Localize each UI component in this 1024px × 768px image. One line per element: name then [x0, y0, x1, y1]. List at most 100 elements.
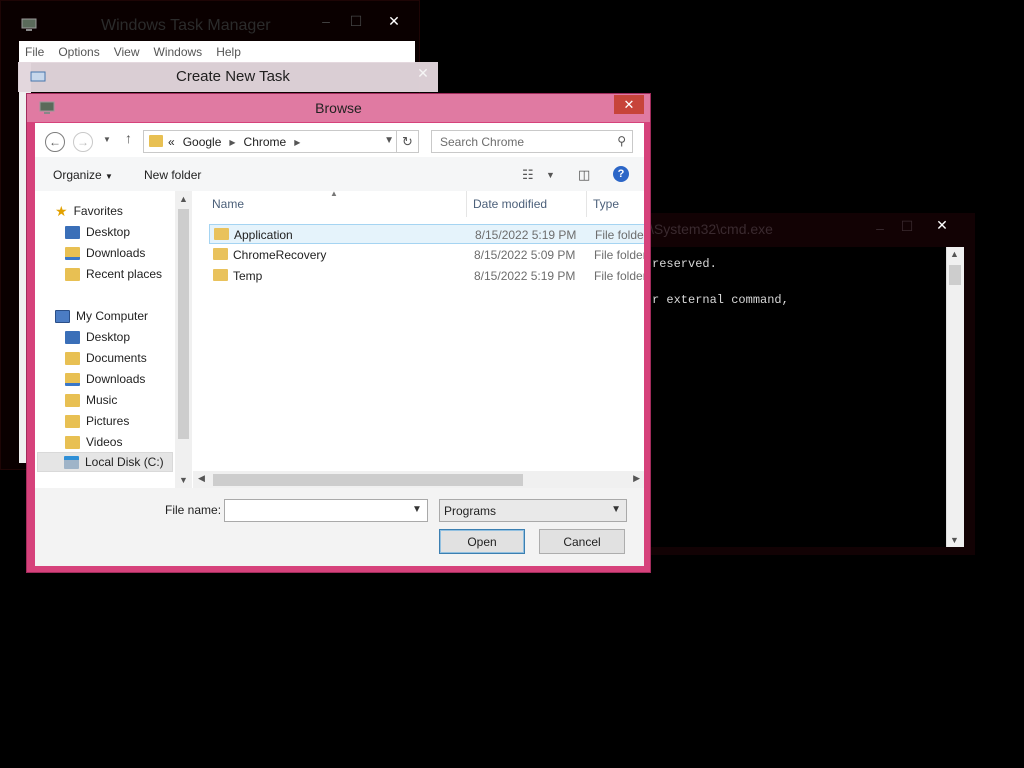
run-icon: [30, 71, 46, 82]
browse-dialog: Browse ✕ ← → ▼ ↑ « Google ▶ Chrome ▶ ▼ ↻: [26, 93, 651, 573]
open-button[interactable]: Open: [439, 529, 525, 554]
recent-locations-dropdown[interactable]: ▼: [103, 135, 111, 144]
window-title: Windows Task Manager: [101, 17, 271, 34]
column-header-row: ▲ Name Date modified Type: [193, 191, 644, 217]
nav-pc-music[interactable]: Music: [65, 390, 117, 410]
file-row-application[interactable]: Application 8/15/2022 5:19 PM File folde…: [209, 224, 644, 244]
nav-pc-desktop[interactable]: Desktop: [65, 327, 130, 347]
maximize-button[interactable]: ☐: [341, 11, 371, 31]
breadcrumb-chrome[interactable]: Chrome: [244, 135, 287, 149]
command-bar: Organize ▼ New folder ☷ ▼ ◫ ?: [35, 157, 644, 191]
help-icon[interactable]: ?: [613, 166, 629, 182]
scroll-right-icon[interactable]: ▶: [633, 473, 640, 484]
menu-help[interactable]: Help: [216, 45, 241, 59]
documents-icon: [65, 351, 80, 365]
nav-local-disk[interactable]: Local Disk (C:): [37, 452, 173, 472]
minimize-button[interactable]: –: [865, 218, 895, 238]
breadcrumb-overflow[interactable]: «: [168, 135, 175, 149]
scroll-left-icon[interactable]: ◀: [198, 473, 205, 484]
scroll-up-icon[interactable]: ▲: [950, 249, 959, 259]
view-options-icon[interactable]: ☷: [522, 167, 534, 183]
task-manager-icon: [21, 18, 37, 31]
nav-pc-downloads[interactable]: Downloads: [65, 369, 145, 389]
forward-button[interactable]: →: [73, 132, 93, 152]
dialog-title: Browse: [315, 100, 362, 116]
chevron-down-icon[interactable]: ▼: [384, 135, 394, 146]
close-button[interactable]: ✕: [614, 95, 644, 114]
nav-recent-places[interactable]: Recent places: [65, 264, 162, 284]
console-line: reserved.: [652, 257, 717, 271]
search-icon[interactable]: ⚲: [617, 134, 626, 148]
new-folder-button[interactable]: New folder: [144, 168, 201, 182]
chevron-right-icon[interactable]: ▶: [294, 138, 300, 147]
scrollbar-thumb[interactable]: [213, 474, 523, 486]
chevron-down-icon: ▼: [611, 504, 621, 515]
chevron-right-icon[interactable]: ▶: [229, 138, 235, 147]
column-divider[interactable]: [466, 191, 467, 217]
console-scrollbar[interactable]: ▲ ▼: [946, 247, 964, 547]
downloads-icon: [65, 246, 80, 260]
nav-favorites-downloads[interactable]: Downloads: [65, 243, 145, 263]
maximize-button[interactable]: ☐: [892, 216, 922, 236]
nav-my-computer[interactable]: My Computer: [55, 306, 148, 326]
scroll-down-icon[interactable]: ▼: [950, 535, 959, 545]
address-bar[interactable]: « Google ▶ Chrome ▶ ▼ ↻: [143, 130, 419, 153]
console-output[interactable]: reserved. r external command,: [650, 247, 946, 547]
breadcrumb-google[interactable]: Google: [183, 135, 222, 149]
folder-icon: [213, 269, 228, 281]
desktop-icon: [65, 330, 80, 344]
preview-pane-icon[interactable]: ◫: [578, 167, 590, 183]
column-date-modified[interactable]: Date modified: [473, 197, 547, 211]
computer-icon: [55, 309, 70, 323]
menu-options[interactable]: Options: [58, 45, 99, 59]
cancel-button[interactable]: Cancel: [539, 529, 625, 554]
arrow-right-icon: →: [77, 135, 89, 149]
menu-file[interactable]: File: [25, 45, 44, 59]
console-line: r external command,: [652, 293, 789, 307]
chevron-down-icon[interactable]: ▼: [412, 504, 422, 515]
file-name-input[interactable]: [224, 499, 428, 522]
window-title: \System32\cmd.exe: [650, 221, 773, 237]
recent-places-icon: [65, 267, 80, 281]
nav-pc-pictures[interactable]: Pictures: [65, 411, 129, 431]
menu-view[interactable]: View: [114, 45, 140, 59]
file-list-horizontal-scrollbar[interactable]: ◀ ▶: [193, 471, 644, 488]
column-name[interactable]: Name: [212, 197, 244, 211]
navigation-pane-scrollbar[interactable]: ▲ ▼: [175, 191, 192, 488]
scrollbar-thumb[interactable]: [949, 265, 961, 285]
window-title: Create New Task: [176, 68, 290, 85]
close-button[interactable]: ✕: [379, 11, 409, 31]
back-button[interactable]: ←: [45, 132, 65, 152]
scroll-down-icon[interactable]: ▼: [179, 475, 188, 485]
column-type[interactable]: Type: [593, 197, 619, 211]
navigation-pane: ★ Favorites Desktop Downloads Recent pla…: [35, 191, 193, 488]
menu-windows[interactable]: Windows: [154, 45, 203, 59]
close-button[interactable]: ✕: [408, 63, 438, 83]
file-type-select[interactable]: Programs ▼: [439, 499, 627, 522]
close-icon: ✕: [623, 96, 635, 112]
organize-button[interactable]: Organize ▼: [53, 168, 113, 182]
file-row-temp[interactable]: Temp 8/15/2022 5:19 PM File folder: [209, 266, 644, 286]
view-dropdown-icon[interactable]: ▼: [546, 170, 555, 180]
refresh-button[interactable]: ↻: [396, 131, 418, 152]
scrollbar-thumb[interactable]: [178, 209, 189, 439]
cmd-window: \System32\cmd.exe – ☐ ✕ reserved. r exte…: [650, 213, 975, 555]
search-box[interactable]: Search Chrome ⚲: [431, 130, 633, 153]
scroll-up-icon[interactable]: ▲: [179, 194, 188, 204]
folder-icon: [213, 248, 228, 260]
videos-icon: [65, 435, 80, 449]
nav-pc-documents[interactable]: Documents: [65, 348, 147, 368]
pictures-icon: [65, 414, 80, 428]
menu-bar: File Options View Windows Help: [19, 41, 415, 63]
refresh-icon: ↻: [402, 133, 413, 149]
close-button[interactable]: ✕: [927, 215, 957, 235]
column-divider[interactable]: [586, 191, 587, 217]
title-bar[interactable]: Browse ✕: [27, 94, 650, 122]
nav-favorites-desktop[interactable]: Desktop: [65, 222, 130, 242]
up-button[interactable]: ↑: [125, 130, 132, 146]
arrow-left-icon: ←: [49, 135, 61, 149]
minimize-button[interactable]: –: [311, 11, 341, 31]
nav-favorites[interactable]: ★ Favorites: [55, 201, 123, 221]
file-row-chromerecovery[interactable]: ChromeRecovery 8/15/2022 5:09 PM File fo…: [209, 245, 644, 265]
nav-pc-videos[interactable]: Videos: [65, 432, 122, 452]
